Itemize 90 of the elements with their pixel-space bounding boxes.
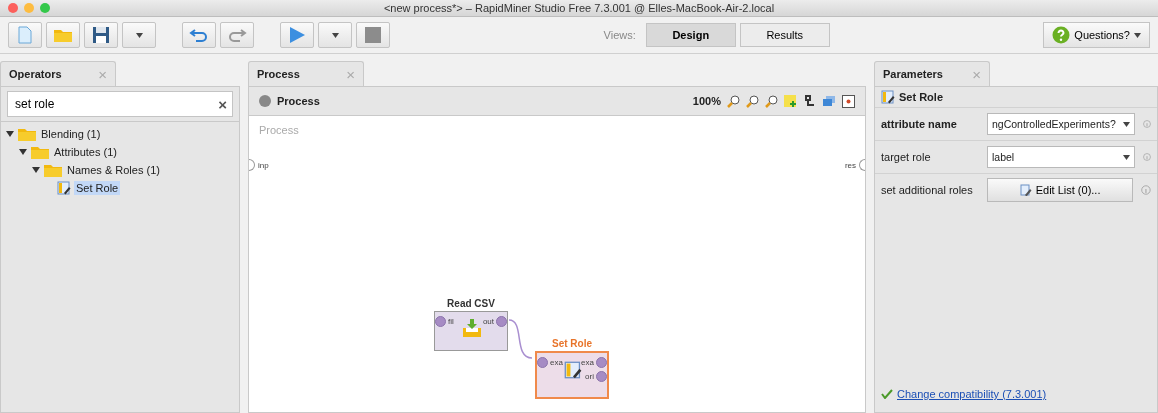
operators-tab[interactable]: Operators × (0, 61, 116, 86)
breadcrumb[interactable]: Process (277, 95, 320, 107)
stop-icon (364, 26, 382, 44)
info-icon (1143, 119, 1151, 129)
help-icon (1052, 26, 1071, 44)
undo-arrow-icon (189, 28, 209, 42)
zoom-in-icon[interactable] (746, 94, 759, 108)
folder-icon (31, 145, 49, 159)
tray-download-icon (462, 318, 482, 338)
port-label: exa (550, 358, 563, 367)
edit-list-button[interactable]: Edit List (0)... (987, 178, 1134, 202)
parameters-tab[interactable]: Parameters × (874, 61, 990, 86)
table-pencil-icon (564, 361, 582, 379)
port-label: exa (581, 358, 594, 367)
expanded-caret-icon[interactable] (19, 147, 28, 157)
undo-button[interactable] (182, 22, 216, 48)
operator-node[interactable]: exa exa ori (535, 351, 609, 399)
view-tab[interactable]: Results (739, 23, 830, 47)
views-label: Views: (603, 29, 636, 41)
tab-title: Parameters (883, 68, 943, 80)
tab-title: Process (257, 68, 300, 80)
tree-item[interactable]: Attributes (1) (52, 145, 119, 159)
port-icon[interactable] (435, 316, 446, 327)
tree-item[interactable]: Names & Roles (1) (65, 163, 162, 177)
play-icon (288, 26, 306, 44)
operator-title: Set Role (899, 91, 943, 103)
port-label: inp (258, 160, 269, 170)
port-icon[interactable] (537, 357, 548, 368)
node-title: Set Role (552, 338, 592, 349)
parameter-dropdown[interactable]: ngControlledExperiments? (987, 113, 1135, 135)
zoom-out-icon[interactable] (765, 94, 778, 108)
parameter-label: target role (881, 151, 932, 163)
layers-icon[interactable] (822, 95, 836, 107)
new-process-button[interactable] (8, 22, 42, 48)
operator-icon (57, 181, 71, 195)
expanded-caret-icon[interactable] (6, 129, 15, 139)
zoom-level: 100% (692, 95, 721, 107)
save-button[interactable] (84, 22, 118, 48)
list-pencil-icon (1019, 184, 1032, 196)
port-label: ori (585, 372, 594, 381)
tree-item[interactable]: Blending (1) (39, 127, 103, 141)
stop-button[interactable] (356, 22, 390, 48)
redo-arrow-icon (227, 28, 247, 42)
caret-icon (135, 32, 143, 38)
caret-icon (1134, 32, 1141, 38)
clear-icon[interactable]: × (218, 95, 227, 113)
search-field[interactable]: set role × (7, 91, 233, 117)
node-title: Read CSV (447, 298, 495, 309)
port-icon[interactable] (596, 371, 607, 382)
input-port-icon[interactable] (249, 159, 255, 171)
parameter-label: attribute name (881, 118, 958, 130)
caret-icon (331, 32, 339, 38)
info-icon (1143, 152, 1151, 162)
folder-icon (44, 163, 62, 177)
table-pencil-icon (881, 90, 895, 104)
tree-item[interactable]: Set Role (74, 181, 121, 195)
parameter-label: set additional roles (881, 184, 974, 196)
add-note-icon[interactable] (784, 94, 797, 108)
folder-icon (18, 127, 36, 141)
auto-arrange-icon[interactable] (842, 94, 855, 108)
port-label: out (482, 317, 494, 326)
process-circle-icon (259, 95, 271, 107)
port-icon[interactable] (596, 357, 607, 368)
port-label: res (844, 160, 856, 170)
canvas-title: Process (259, 124, 299, 136)
parameter-dropdown[interactable]: label (987, 146, 1135, 168)
info-icon (1141, 185, 1151, 195)
view-tab[interactable]: Design (645, 23, 736, 47)
result-port-icon[interactable] (859, 159, 865, 171)
checkmark-icon (881, 389, 893, 399)
new-document-icon (18, 26, 32, 44)
connection-line (508, 319, 533, 359)
process-tab[interactable]: Process × (248, 61, 364, 86)
run-button[interactable] (280, 22, 314, 48)
folder-icon (54, 28, 72, 42)
run-menu-button[interactable] (318, 22, 352, 48)
zoom-fit-icon[interactable] (727, 94, 740, 108)
zoom-window-button[interactable] (40, 3, 50, 13)
expanded-caret-icon[interactable] (32, 165, 41, 175)
questions-button[interactable]: Questions? (1043, 22, 1150, 48)
port-label: fil (448, 317, 454, 326)
redo-button[interactable] (220, 22, 254, 48)
close-window-button[interactable] (8, 3, 18, 13)
caret-icon (1123, 121, 1130, 127)
window-title: <new process*> – RapidMiner Studio Free 7.3.001 @ Elles-MacBook-Air-2.local (383, 2, 775, 14)
caret-icon (1123, 154, 1130, 160)
port-icon[interactable] (496, 316, 507, 327)
tab-title: Operators (9, 68, 62, 80)
operator-node[interactable]: fil out (434, 311, 508, 351)
compatibility-link[interactable]: Change compatibility (7.3.001) (897, 388, 1047, 400)
